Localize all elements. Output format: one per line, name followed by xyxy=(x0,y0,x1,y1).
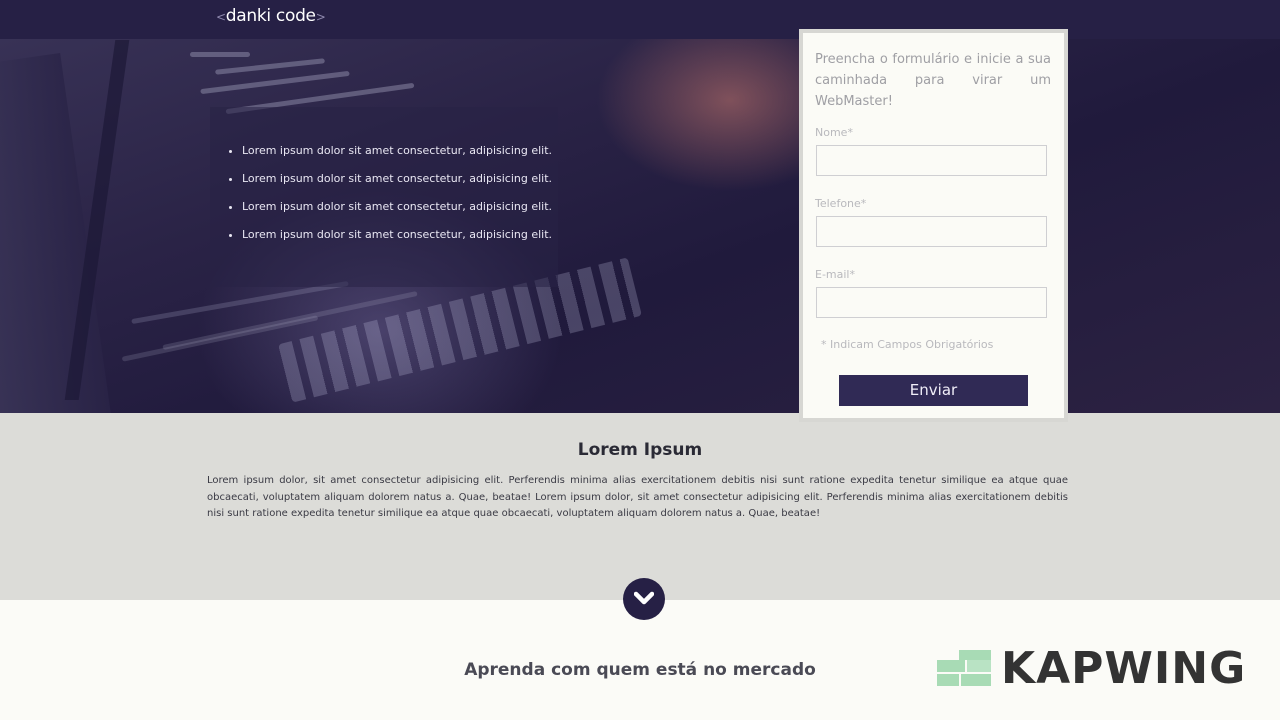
signup-form: Preencha o formulário e inicie a sua cam… xyxy=(799,29,1068,422)
code-line xyxy=(190,52,250,57)
kapwing-watermark: KAPWING xyxy=(937,643,1257,694)
email-label: E-mail* xyxy=(815,268,855,281)
logo[interactable]: <danki code> xyxy=(216,6,326,26)
phone-label: Telefone* xyxy=(815,197,867,210)
kapwing-logo-icon xyxy=(937,650,991,686)
watermark-text: KAPWING xyxy=(1001,643,1247,694)
email-field[interactable] xyxy=(816,287,1047,318)
list-item: Lorem ipsum dolor sit amet consectetur, … xyxy=(242,165,552,193)
name-field[interactable] xyxy=(816,145,1047,176)
form-intro: Preencha o formulário e inicie a sua cam… xyxy=(815,52,1051,109)
feature-list-box: Lorem ipsum dolor sit amet consectetur, … xyxy=(210,107,558,287)
scroll-down-button[interactable] xyxy=(623,578,665,620)
phone-field[interactable] xyxy=(816,216,1047,247)
section-body: Lorem ipsum dolor, sit amet consectetur … xyxy=(207,475,1068,519)
chevron-down-icon xyxy=(634,591,654,605)
top-bar: <danki code> xyxy=(0,0,1280,39)
landing-page: Lorem ipsum dolor sit amet consectetur, … xyxy=(0,0,1280,720)
logo-bracket-open: < xyxy=(216,10,226,24)
logo-text: danki code xyxy=(225,6,316,26)
required-note: * Indicam Campos Obrigatórios xyxy=(821,338,994,351)
list-item: Lorem ipsum dolor sit amet consectetur, … xyxy=(242,193,552,221)
list-item: Lorem ipsum dolor sit amet consectetur, … xyxy=(242,137,552,165)
logo-bracket-close: > xyxy=(315,10,326,24)
hero-section: Lorem ipsum dolor sit amet consectetur, … xyxy=(0,0,1280,413)
list-item: Lorem ipsum dolor sit amet consectetur, … xyxy=(242,221,552,249)
name-label: Nome* xyxy=(815,126,853,139)
submit-button[interactable]: Enviar xyxy=(839,375,1028,406)
section-title: Lorem Ipsum xyxy=(577,440,703,460)
feature-list: Lorem ipsum dolor sit amet consectetur, … xyxy=(242,137,552,249)
about-section: Lorem Ipsum Lorem ipsum dolor, sit amet … xyxy=(0,413,1280,600)
